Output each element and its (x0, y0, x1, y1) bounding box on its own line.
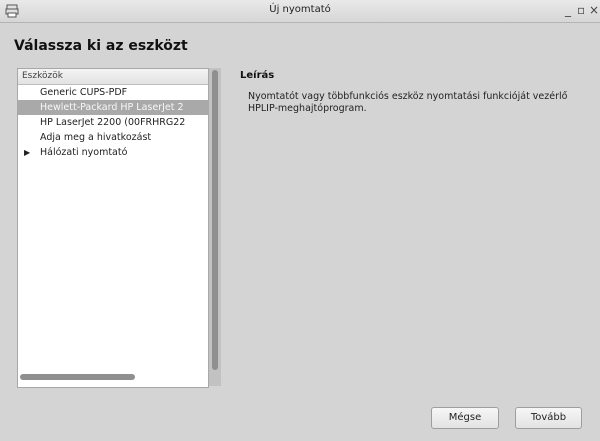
minimize-button[interactable]: _ (565, 3, 571, 17)
device-item-label: HP LaserJet 2200 (00FRHRG22 (40, 117, 186, 128)
device-item-generic-cups-pdf[interactable]: Generic CUPS-PDF (18, 85, 208, 100)
maximize-button[interactable]: ▫ (577, 3, 585, 17)
device-item-hp-laserjet-selected[interactable]: Hewlett-Packard HP LaserJet 2 (18, 100, 208, 115)
next-button[interactable]: Tovább (515, 407, 582, 429)
device-item-label: Adja meg a hivatkozást (40, 132, 152, 143)
device-item-enter-uri[interactable]: Adja meg a hivatkozást (18, 130, 208, 145)
device-list[interactable]: Eszközök Generic CUPS-PDF Hewlett-Packar… (17, 68, 209, 388)
new-printer-dialog: Új nyomtató _ ▫ × Válassza ki az eszközt… (0, 0, 600, 441)
close-button[interactable]: × (589, 3, 599, 17)
device-item-label: Generic CUPS-PDF (40, 87, 128, 98)
device-item-hp-laserjet-2200[interactable]: HP LaserJet 2200 (00FRHRG22 (18, 115, 208, 130)
window-title: Új nyomtató (269, 4, 331, 15)
horizontal-scroll-thumb[interactable] (20, 374, 135, 380)
device-item-network-printer[interactable]: ▶ Hálózati nyomtató (18, 145, 208, 160)
device-list-header[interactable]: Eszközök (18, 69, 208, 85)
vertical-scroll-thumb[interactable] (212, 70, 218, 370)
expand-arrow-icon[interactable]: ▶ (24, 145, 30, 160)
page-heading: Válassza ki az eszközt (14, 38, 188, 54)
device-list-vertical-scrollbar[interactable] (209, 68, 221, 386)
device-list-horizontal-scrollbar[interactable] (17, 374, 207, 382)
description-title: Leírás (240, 70, 275, 81)
device-item-label: Hálózati nyomtató (40, 147, 128, 158)
cancel-button[interactable]: Mégse (431, 407, 499, 429)
device-item-label: Hewlett-Packard HP LaserJet 2 (40, 102, 184, 113)
description-text: Nyomtatót vagy többfunkciós eszköz nyomt… (248, 91, 568, 114)
title-bar[interactable]: Új nyomtató _ ▫ × (0, 0, 600, 23)
